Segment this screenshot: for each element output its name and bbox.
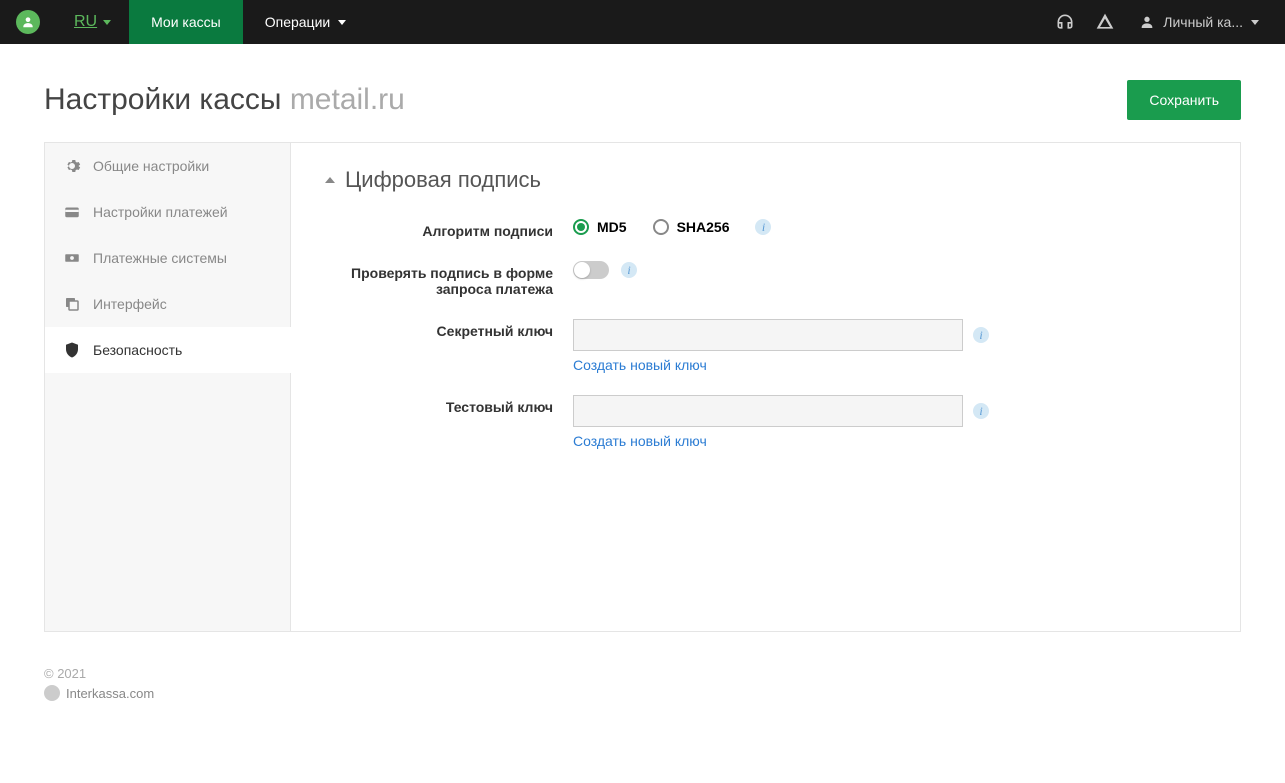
link-create-secret-key[interactable]: Создать новый ключ <box>573 357 989 373</box>
sidebar-item-general[interactable]: Общие настройки <box>45 143 290 189</box>
alerts-button[interactable] <box>1085 0 1125 44</box>
chevron-down-icon <box>338 20 346 25</box>
footer-link-label: Interkassa.com <box>66 686 154 701</box>
page-title-main: Настройки кассы <box>44 83 281 116</box>
sidebar-item-label: Общие настройки <box>93 158 209 174</box>
chevron-down-icon <box>103 20 111 25</box>
link-create-test-key[interactable]: Создать новый ключ <box>573 433 989 449</box>
info-icon[interactable]: i <box>973 327 989 343</box>
sidebar: Общие настройки Настройки платежей Плате… <box>45 143 291 631</box>
sidebar-item-payment-settings[interactable]: Настройки платежей <box>45 189 290 235</box>
section-title: Цифровая подпись <box>345 167 541 193</box>
sidebar-item-security[interactable]: Безопасность <box>45 327 291 373</box>
page-header: Настройки кассы metail.ru Сохранить <box>0 44 1285 142</box>
radio-md5[interactable]: MD5 <box>573 219 627 235</box>
radio-icon <box>573 219 589 235</box>
sidebar-item-label: Интерфейс <box>93 296 167 312</box>
person-icon <box>44 685 60 701</box>
sidebar-item-label: Платежные системы <box>93 250 227 266</box>
logo[interactable] <box>0 0 56 44</box>
input-test-key[interactable] <box>573 395 963 427</box>
label-secret-key: Секретный ключ <box>325 319 573 339</box>
sidebar-item-interface[interactable]: Интерфейс <box>45 281 290 327</box>
footer-link[interactable]: Interkassa.com <box>44 685 1241 701</box>
footer: © 2021 Interkassa.com <box>0 656 1285 729</box>
support-button[interactable] <box>1045 0 1085 44</box>
section-header[interactable]: Цифровая подпись <box>325 167 1206 193</box>
main-panel: Общие настройки Настройки платежей Плате… <box>44 142 1241 632</box>
copyright: © 2021 <box>44 666 1241 681</box>
sidebar-item-label: Безопасность <box>93 342 182 358</box>
windows-icon <box>63 295 81 313</box>
radio-sha256[interactable]: SHA256 <box>653 219 730 235</box>
chevron-down-icon <box>1251 20 1259 25</box>
nav-item-label: Операции <box>265 14 331 30</box>
avatar-icon <box>16 10 40 34</box>
label-algorithm: Алгоритм подписи <box>325 219 573 239</box>
account-label: Личный ка... <box>1163 14 1243 30</box>
row-secret-key: Секретный ключ i Создать новый ключ <box>325 319 1206 373</box>
row-verify-signature: Проверять подпись в форме запроса платеж… <box>325 261 1206 297</box>
wallet-icon <box>63 203 81 221</box>
nav-item-label: Мои кассы <box>151 14 221 30</box>
sidebar-item-payment-systems[interactable]: Платежные системы <box>45 235 290 281</box>
person-icon <box>1139 14 1155 30</box>
language-label: RU <box>74 13 97 31</box>
headset-icon <box>1055 12 1075 32</box>
chevron-up-icon <box>325 177 335 183</box>
row-test-key: Тестовый ключ i Создать новый ключ <box>325 395 1206 449</box>
account-menu[interactable]: Личный ка... <box>1125 14 1273 30</box>
page-title-sub: metail.ru <box>290 83 405 116</box>
radio-icon <box>653 219 669 235</box>
info-icon[interactable]: i <box>621 262 637 278</box>
input-secret-key[interactable] <box>573 319 963 351</box>
language-selector[interactable]: RU <box>56 0 129 44</box>
label-test-key: Тестовый ключ <box>325 395 573 415</box>
radio-label: MD5 <box>597 219 627 235</box>
nav-my-cashboxes[interactable]: Мои кассы <box>129 0 243 44</box>
save-button[interactable]: Сохранить <box>1127 80 1241 120</box>
warning-icon <box>1095 12 1115 32</box>
content-area: Цифровая подпись Алгоритм подписи MD5 SH… <box>291 143 1240 631</box>
topbar: RU Мои кассы Операции Личный ка... <box>0 0 1285 44</box>
toggle-verify-signature[interactable] <box>573 261 609 279</box>
topbar-right: Личный ка... <box>1045 0 1285 44</box>
info-icon[interactable]: i <box>755 219 771 235</box>
nav-operations[interactable]: Операции <box>243 0 369 44</box>
sidebar-item-label: Настройки платежей <box>93 204 228 220</box>
radio-label: SHA256 <box>677 219 730 235</box>
label-verify: Проверять подпись в форме запроса платеж… <box>325 261 573 297</box>
row-algorithm: Алгоритм подписи MD5 SHA256 i <box>325 219 1206 239</box>
shield-icon <box>63 341 81 359</box>
gear-icon <box>63 157 81 175</box>
page-title: Настройки кассы metail.ru <box>44 83 405 117</box>
info-icon[interactable]: i <box>973 403 989 419</box>
cash-icon <box>63 249 81 267</box>
